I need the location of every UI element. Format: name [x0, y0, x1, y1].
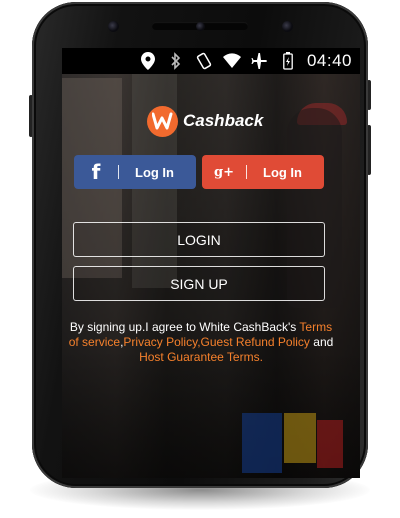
terms-prefix: By signing up.I agree to White CashBack'…: [69, 320, 300, 334]
google-plus-login-button[interactable]: g+ Log In: [202, 155, 324, 189]
sensor-right: [282, 21, 293, 32]
facebook-icon: f: [91, 160, 101, 184]
background-photo-bag: [242, 413, 282, 473]
google-plus-login-label: Log In: [263, 164, 302, 180]
host-guarantee-terms-link[interactable]: Host Guarantee Terms: [139, 350, 260, 364]
location-icon: [139, 52, 157, 70]
app-brand: Cashback: [147, 104, 263, 138]
brand-name: Cashback: [183, 111, 264, 130]
facebook-login-label: Log In: [135, 164, 174, 180]
sensor-left: [108, 21, 119, 32]
front-camera: [196, 22, 205, 31]
vibrate-icon: [195, 52, 213, 70]
status-bar: 04:40: [62, 48, 360, 74]
bluetooth-icon: [167, 52, 185, 70]
privacy-policy-link[interactable]: Privacy Policy: [123, 335, 197, 349]
signup-button[interactable]: SIGN UP: [73, 266, 325, 301]
background-photo-bag: [284, 413, 316, 463]
login-button[interactable]: LOGIN: [73, 222, 325, 257]
terms-suffix: .: [259, 350, 263, 364]
battery-icon: [279, 52, 297, 70]
wifi-icon: [222, 52, 241, 70]
facebook-login-button[interactable]: f Log In: [74, 155, 196, 189]
status-time: 04:40: [306, 51, 352, 70]
phone-screen: 04:40 Cashback f Log In g+ Log In LOGIN …: [62, 48, 360, 478]
background-photo-bag: [317, 420, 343, 468]
guest-refund-policy-link[interactable]: Guest Refund Policy: [201, 335, 310, 349]
google-plus-icon: g+: [214, 164, 234, 180]
airplane-icon: [251, 52, 269, 70]
terms-and: and: [309, 335, 334, 349]
terms-notice: By signing up.I agree to White CashBack'…: [68, 320, 334, 365]
stage: 04:40 Cashback f Log In g+ Log In LOGIN …: [0, 0, 400, 518]
w-logo-icon: [147, 105, 178, 137]
